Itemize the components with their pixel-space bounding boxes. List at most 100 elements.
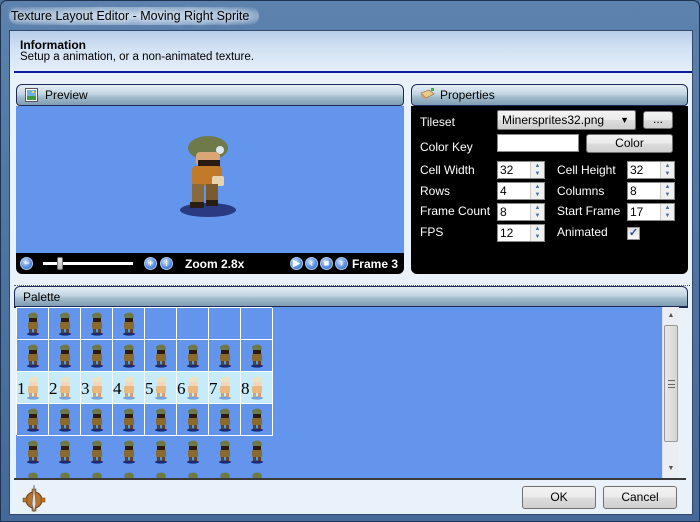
tile-cell[interactable] [209, 308, 241, 340]
spin-down-icon[interactable]: ▼ [661, 170, 674, 178]
tile-cell[interactable] [81, 404, 113, 436]
spin-buttons[interactable]: ▲ ▼ [530, 204, 544, 220]
cell-width-stepper[interactable]: 32 ▲ ▼ [497, 161, 545, 179]
tile-cell-selected[interactable]: 5 [145, 372, 177, 404]
sheet-tile [81, 468, 113, 478]
scroll-down-icon[interactable]: ▼ [663, 461, 679, 477]
tile-cell-selected[interactable]: 3 [81, 372, 113, 404]
sheet-tile [113, 468, 145, 478]
tile-cell[interactable] [145, 404, 177, 436]
rows-stepper[interactable]: 4 ▲ ▼ [497, 182, 545, 200]
tile-cell[interactable] [49, 404, 81, 436]
spin-down-icon[interactable]: ▼ [531, 170, 544, 178]
fps-stepper[interactable]: 12 ▲ ▼ [497, 224, 545, 242]
previous-frame-icon[interactable]: ‹ [304, 257, 318, 270]
spin-buttons[interactable]: ▲ ▼ [660, 162, 674, 178]
zoom-slider-thumb[interactable] [57, 257, 63, 270]
tile-cell[interactable] [81, 340, 113, 372]
cancel-button[interactable]: Cancel [603, 486, 677, 509]
tile-cell[interactable] [177, 404, 209, 436]
tile-cell[interactable] [81, 308, 113, 340]
frame-count-label: Frame Count [420, 204, 491, 218]
spin-down-icon[interactable]: ▼ [661, 191, 674, 199]
spin-down-icon[interactable]: ▼ [661, 212, 674, 220]
zoom-out-icon[interactable]: − [20, 257, 33, 270]
start-frame-stepper[interactable]: 17 ▲ ▼ [627, 203, 675, 221]
tile-cell[interactable] [113, 404, 145, 436]
scroll-thumb[interactable] [664, 325, 678, 442]
spin-up-icon[interactable]: ▲ [661, 162, 674, 170]
tile-cell[interactable] [49, 340, 81, 372]
tile-cell[interactable] [113, 340, 145, 372]
cell-height-stepper[interactable]: 32 ▲ ▼ [627, 161, 675, 179]
spin-down-icon[interactable]: ▼ [531, 212, 544, 220]
tile-cell[interactable] [17, 340, 49, 372]
spin-buttons[interactable]: ▲ ▼ [530, 225, 544, 241]
tile-cell[interactable] [17, 404, 49, 436]
sprite-frame [91, 376, 103, 400]
tile-cell-selected[interactable]: 8 [241, 372, 273, 404]
tile-grid[interactable]: 1 2 3 4 5 6 7 8 [16, 307, 273, 478]
sprite-frame [251, 408, 263, 432]
app-logo-icon [22, 484, 46, 517]
spin-up-icon[interactable]: ▲ [531, 204, 544, 212]
tile-cell[interactable] [241, 340, 273, 372]
sprite-frame [155, 376, 167, 400]
sprite-frame [251, 376, 263, 400]
color-key-input[interactable] [497, 134, 579, 152]
tile-cell[interactable] [209, 404, 241, 436]
palette-scrollbar[interactable]: ▲ ▼ [662, 307, 679, 478]
scroll-up-icon[interactable]: ▲ [663, 308, 679, 324]
tile-cell[interactable] [241, 404, 273, 436]
tile-cell-selected[interactable]: 4 [113, 372, 145, 404]
stop-icon[interactable]: ■ [319, 257, 333, 270]
play-icon[interactable]: ▶ [289, 257, 303, 270]
tile-cell[interactable] [145, 340, 177, 372]
tile-cell[interactable] [113, 308, 145, 340]
zoom-fit-icon[interactable]: ⁞ [160, 257, 173, 270]
spin-up-icon[interactable]: ▲ [531, 225, 544, 233]
sprite-frame [123, 408, 135, 432]
spin-up-icon[interactable]: ▲ [531, 183, 544, 191]
title-bar[interactable]: Texture Layout Editor - Moving Right Spr… [9, 5, 260, 27]
palette-canvas[interactable]: 1 2 3 4 5 6 7 8 [16, 307, 662, 478]
columns-stepper[interactable]: 8 ▲ ▼ [627, 182, 675, 200]
frame-number-label: 7 [209, 379, 218, 398]
sprite-frame [59, 344, 71, 368]
tile-cell[interactable] [49, 308, 81, 340]
tile-cell[interactable] [145, 308, 177, 340]
sprite-frame [91, 440, 103, 464]
tile-cell-selected[interactable]: 7 [209, 372, 241, 404]
next-frame-icon[interactable]: › [334, 257, 348, 270]
tile-cell[interactable] [209, 340, 241, 372]
animated-checkbox[interactable]: ✓ [627, 227, 640, 240]
spin-buttons[interactable]: ▲ ▼ [660, 204, 674, 220]
color-button[interactable]: Color [586, 134, 673, 153]
spin-buttons[interactable]: ▲ ▼ [530, 162, 544, 178]
spin-down-icon[interactable]: ▼ [531, 191, 544, 199]
frame-count-stepper[interactable]: 8 ▲ ▼ [497, 203, 545, 221]
tile-cell[interactable] [17, 308, 49, 340]
spin-buttons[interactable]: ▲ ▼ [530, 183, 544, 199]
tile-cell[interactable] [177, 308, 209, 340]
spin-up-icon[interactable]: ▲ [531, 162, 544, 170]
spin-up-icon[interactable]: ▲ [661, 204, 674, 212]
ok-button[interactable]: OK [522, 486, 596, 509]
tile-cell-selected[interactable]: 1 [17, 372, 49, 404]
tileset-dropdown[interactable]: Minersprites32.png ▼ [497, 110, 636, 130]
zoom-slider[interactable] [43, 257, 133, 270]
tile-cell-selected[interactable]: 2 [49, 372, 81, 404]
browse-button[interactable]: ... [643, 111, 673, 129]
zoom-in-icon[interactable]: + [144, 257, 157, 270]
spin-down-icon[interactable]: ▼ [531, 233, 544, 241]
tile-cell[interactable] [241, 308, 273, 340]
spin-up-icon[interactable]: ▲ [661, 183, 674, 191]
frame-number-label: 4 [113, 379, 122, 398]
tile-cell[interactable] [177, 340, 209, 372]
spin-buttons[interactable]: ▲ ▼ [660, 183, 674, 199]
sprite-frame [59, 312, 71, 336]
info-header: Information Setup a animation, or a non-… [10, 31, 692, 72]
properties-icon [420, 88, 435, 102]
tile-cell-selected[interactable]: 6 [177, 372, 209, 404]
preview-canvas[interactable] [16, 106, 404, 254]
